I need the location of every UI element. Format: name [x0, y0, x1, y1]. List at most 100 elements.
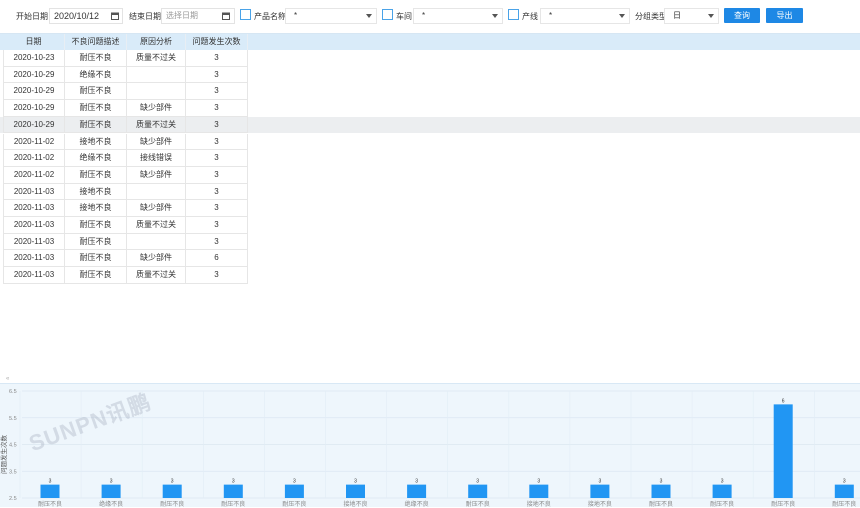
- cell-date: 2020-11-02: [3, 150, 65, 167]
- cell-cause: 接线错误: [127, 150, 186, 167]
- product-select-value: *: [294, 11, 298, 20]
- cell-count: 3: [186, 66, 248, 84]
- cell-defect: 接地不良: [65, 133, 127, 151]
- table-row[interactable]: 2020-11-02 接地不良 缺少部件 3: [0, 133, 860, 151]
- table-row[interactable]: 2020-10-29 耐压不良 3: [0, 83, 860, 101]
- group-type-select[interactable]: 日: [664, 8, 719, 24]
- cell-count: 3: [186, 200, 248, 217]
- chart-bar[interactable]: [40, 484, 60, 498]
- bar-value-label: 3: [537, 479, 540, 485]
- chart-bar[interactable]: [162, 484, 182, 498]
- start-date-label: 开始日期: [16, 12, 48, 21]
- cell-date: 2020-11-03: [3, 217, 65, 234]
- cell-count: 3: [186, 233, 248, 251]
- cell-defect: 接地不良: [65, 200, 127, 217]
- chevron-down-icon: [492, 14, 498, 18]
- product-checkbox[interactable]: [240, 9, 251, 20]
- chart-bar[interactable]: [101, 484, 121, 498]
- calendar-icon[interactable]: [222, 12, 230, 20]
- chart-bar[interactable]: [468, 484, 488, 498]
- chevron-down-icon: [708, 14, 714, 18]
- line-checkbox[interactable]: [508, 9, 519, 20]
- chart-bar[interactable]: [773, 404, 793, 498]
- cell-defect: 绝缘不良: [65, 66, 127, 84]
- cell-count: 3: [186, 166, 248, 184]
- cell-defect: 耐压不良: [65, 250, 127, 268]
- bar-value-label: 3: [49, 479, 52, 485]
- cell-count: 3: [186, 267, 248, 284]
- table-row[interactable]: 2020-10-29 耐压不良 质量不过关 3: [0, 116, 860, 134]
- chart-bar[interactable]: [834, 484, 854, 498]
- table-row[interactable]: 2020-11-03 耐压不良 缺少部件 6: [0, 250, 860, 268]
- bar-value-label: 3: [171, 479, 174, 485]
- chart-bar[interactable]: [651, 484, 671, 498]
- cell-cause: 缺少部件: [127, 200, 186, 217]
- bar-value-label: 3: [843, 479, 846, 485]
- cell-defect: 耐压不良: [65, 83, 127, 101]
- chart-bar[interactable]: [407, 484, 427, 498]
- column-header-count[interactable]: 问题发生次数: [186, 34, 248, 50]
- workshop-select-value: *: [422, 11, 426, 20]
- column-header-cause[interactable]: 原因分析: [127, 34, 186, 50]
- cell-date: 2020-11-03: [3, 267, 65, 284]
- workshop-checkbox[interactable]: [382, 9, 393, 20]
- line-select[interactable]: *: [540, 8, 630, 24]
- chart-bar[interactable]: [346, 484, 365, 498]
- bar-value-label: 3: [476, 479, 479, 485]
- data-table: 日期 不良问题描述 原因分析 问题发生次数 2020-10-23 耐压不良 质量不过…: [0, 33, 860, 378]
- table-row[interactable]: 2020-11-03 接地不良 3: [0, 183, 860, 201]
- column-header-date[interactable]: 日期: [3, 34, 65, 50]
- cell-cause: 质量不过关: [127, 217, 186, 234]
- y-tick-label: 3.5: [9, 469, 17, 475]
- bar-value-label: 3: [599, 479, 602, 485]
- calendar-icon[interactable]: [111, 12, 119, 20]
- table-row[interactable]: 2020-10-23 耐压不良 质量不过关 3: [0, 50, 860, 67]
- cell-defect: 耐压不良: [65, 267, 127, 284]
- table-row[interactable]: 2020-11-03 耐压不良 3: [0, 233, 860, 251]
- cell-date: 2020-10-29: [3, 83, 65, 101]
- chart-bar[interactable]: [712, 484, 732, 498]
- cell-date: 2020-11-03: [3, 200, 65, 217]
- table-row[interactable]: 2020-11-03 耐压不良 质量不过关 3: [0, 267, 860, 284]
- cell-defect: 耐压不良: [65, 166, 127, 184]
- cell-defect: 接地不良: [65, 183, 127, 201]
- end-date-label: 结束日期: [129, 12, 161, 21]
- cell-count: 3: [186, 50, 248, 67]
- export-button[interactable]: 导出: [766, 8, 803, 23]
- cell-cause: 质量不过关: [127, 50, 186, 67]
- table-row[interactable]: 2020-11-02 绝缘不良 接线错误 3: [0, 150, 860, 167]
- y-tick-label: 2.5: [9, 496, 17, 502]
- chevron-down-icon: [366, 14, 372, 18]
- chart-bar[interactable]: [284, 484, 304, 498]
- chart-bar[interactable]: [223, 484, 243, 498]
- line-select-value: *: [549, 11, 553, 20]
- cell-date: 2020-10-29: [3, 100, 65, 117]
- cell-cause: [127, 233, 186, 251]
- table-row[interactable]: 2020-11-03 耐压不良 质量不过关 3: [0, 217, 860, 234]
- bar-value-label: 3: [354, 479, 357, 485]
- table-row[interactable]: 2020-10-29 耐压不良 缺少部件 3: [0, 100, 860, 117]
- query-button[interactable]: 查询: [724, 8, 760, 23]
- bar-value-label: 3: [721, 479, 724, 485]
- y-tick-label: 4.5: [9, 443, 17, 449]
- chart-bar[interactable]: [590, 484, 610, 498]
- workshop-select[interactable]: *: [413, 8, 503, 24]
- bar-value-label: 3: [110, 479, 113, 485]
- cell-date: 2020-11-02: [3, 166, 65, 184]
- product-select[interactable]: *: [285, 8, 377, 24]
- resize-handle-icon[interactable]: «: [6, 376, 9, 382]
- cell-defect: 绝缘不良: [65, 150, 127, 167]
- table-row[interactable]: 2020-10-29 绝缘不良 3: [0, 66, 860, 84]
- table-row[interactable]: 2020-11-03 接地不良 缺少部件 3: [0, 200, 860, 217]
- cell-cause: [127, 66, 186, 84]
- cell-date: 2020-11-03: [3, 183, 65, 201]
- cell-cause: [127, 83, 186, 101]
- column-header-defect[interactable]: 不良问题描述: [65, 34, 127, 50]
- cell-defect: 耐压不良: [65, 217, 127, 234]
- filter-toolbar: 开始日期 2020/10/12 结束日期 选择日期 产品名称 * 车间 * 产线…: [0, 0, 860, 33]
- chart-bar[interactable]: [529, 484, 549, 498]
- table-row[interactable]: 2020-11-02 耐压不良 缺少部件 3: [0, 166, 860, 184]
- cell-cause: 缺少部件: [127, 250, 186, 268]
- group-type-label: 分组类型: [635, 12, 667, 21]
- cell-count: 3: [186, 83, 248, 101]
